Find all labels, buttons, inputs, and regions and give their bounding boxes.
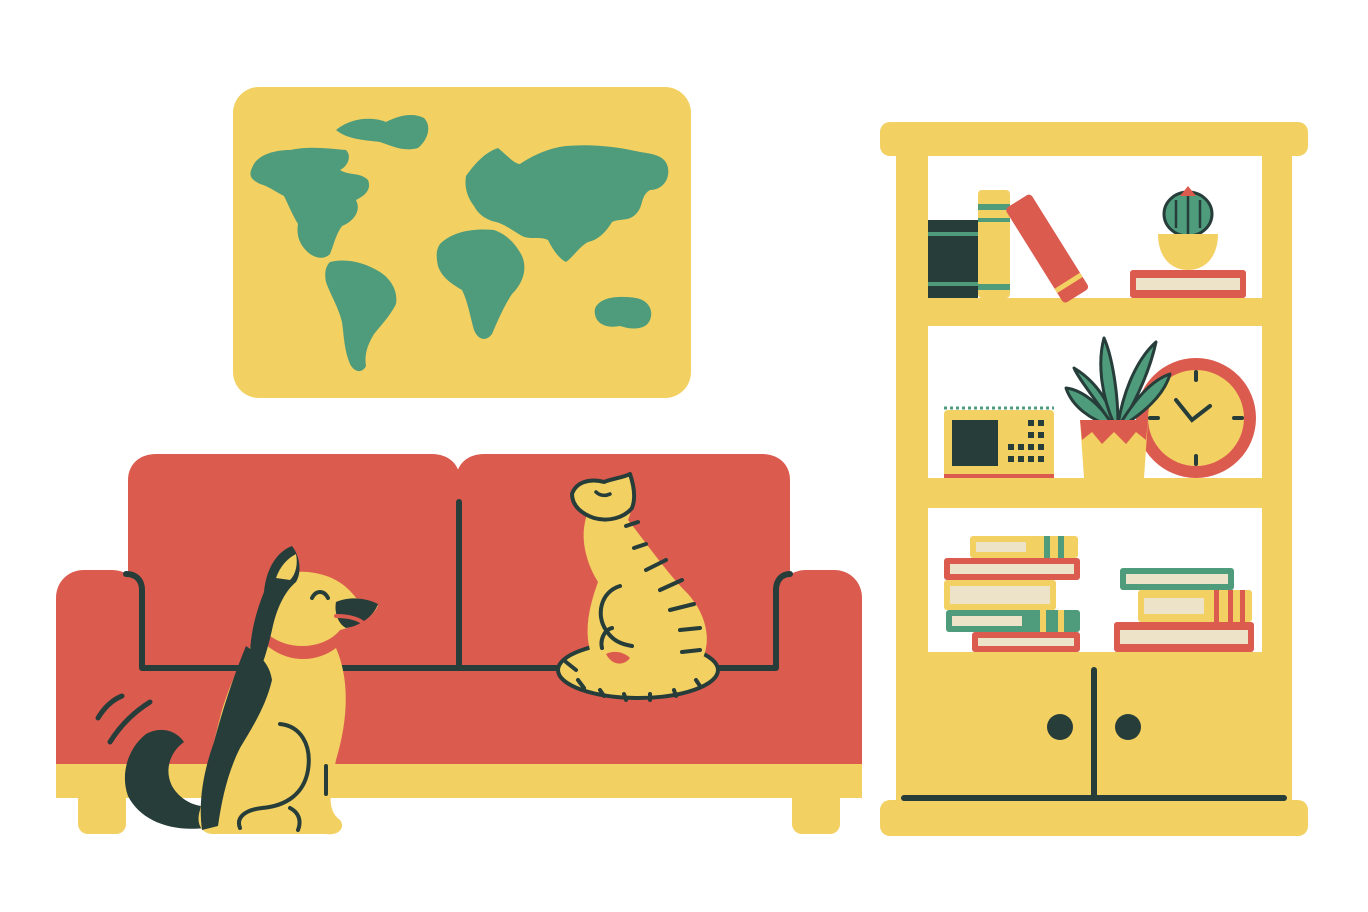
sofa-leg-right: [792, 790, 840, 834]
radio: [944, 406, 1054, 478]
door-knob-right: [1115, 714, 1141, 740]
world-map-poster: [233, 87, 691, 398]
sofa-seat: [56, 660, 862, 770]
red-sofa: [56, 454, 862, 834]
door-knob-left: [1047, 714, 1073, 740]
yellow-bookcase: [880, 122, 1308, 836]
sofa-leg-left: [78, 790, 126, 834]
wall-clock: [1136, 358, 1256, 478]
living-room-illustration: [56, 87, 1308, 836]
